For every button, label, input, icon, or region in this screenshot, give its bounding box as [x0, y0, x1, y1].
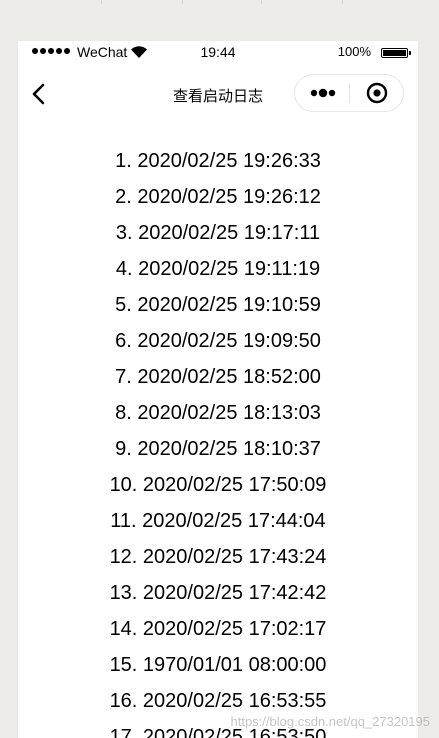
log-entry: 13. 2020/02/25 17:42:42: [109, 582, 327, 604]
battery-percentage: 100%: [337, 44, 371, 59]
log-entry: 3. 2020/02/25 19:17:11: [115, 222, 321, 244]
log-entry: 2. 2020/02/25 19:26:12: [115, 186, 321, 208]
log-entry: 11. 2020/02/25 17:44:04: [110, 510, 326, 532]
mini-program-capsule: [294, 74, 404, 112]
close-circle-icon: [366, 82, 388, 104]
log-entry: 6. 2020/02/25 19:09:50: [115, 330, 321, 352]
more-button[interactable]: [295, 75, 349, 111]
log-entry: 12. 2020/02/25 17:43:24: [109, 546, 327, 568]
log-entry: 15. 1970/01/01 08:00:00: [109, 654, 327, 676]
log-entry: 8. 2020/02/25 18:13:03: [115, 402, 321, 424]
battery-icon: [381, 48, 411, 58]
more-dots-icon: [310, 88, 336, 98]
log-entry: 9. 2020/02/25 18:10:37: [115, 438, 321, 460]
log-entry: 4. 2020/02/25 19:11:19: [115, 258, 321, 280]
log-entry: 7. 2020/02/25 18:52:00: [115, 366, 321, 388]
close-button[interactable]: [350, 75, 404, 111]
log-entry: 1. 2020/02/25 19:26:33: [115, 150, 321, 172]
log-entry: 5. 2020/02/25 19:10:59: [115, 294, 321, 316]
phone-screen: WeChat 19:44 100% 查看启动日志 1. 2020/02/25 1…: [18, 41, 418, 738]
top-frame-ticks: [0, 0, 439, 4]
navigation-bar: 查看启动日志: [18, 71, 418, 117]
log-entry: 10. 2020/02/25 17:50:09: [109, 474, 327, 496]
log-entry: 14. 2020/02/25 17:02:17: [109, 618, 327, 640]
watermark: https://blog.csdn.net/qq_27320195: [230, 714, 431, 729]
startup-log-list: 1. 2020/02/25 19:26:33 2. 2020/02/25 19:2…: [18, 143, 418, 738]
status-bar: WeChat 19:44 100%: [18, 41, 418, 65]
